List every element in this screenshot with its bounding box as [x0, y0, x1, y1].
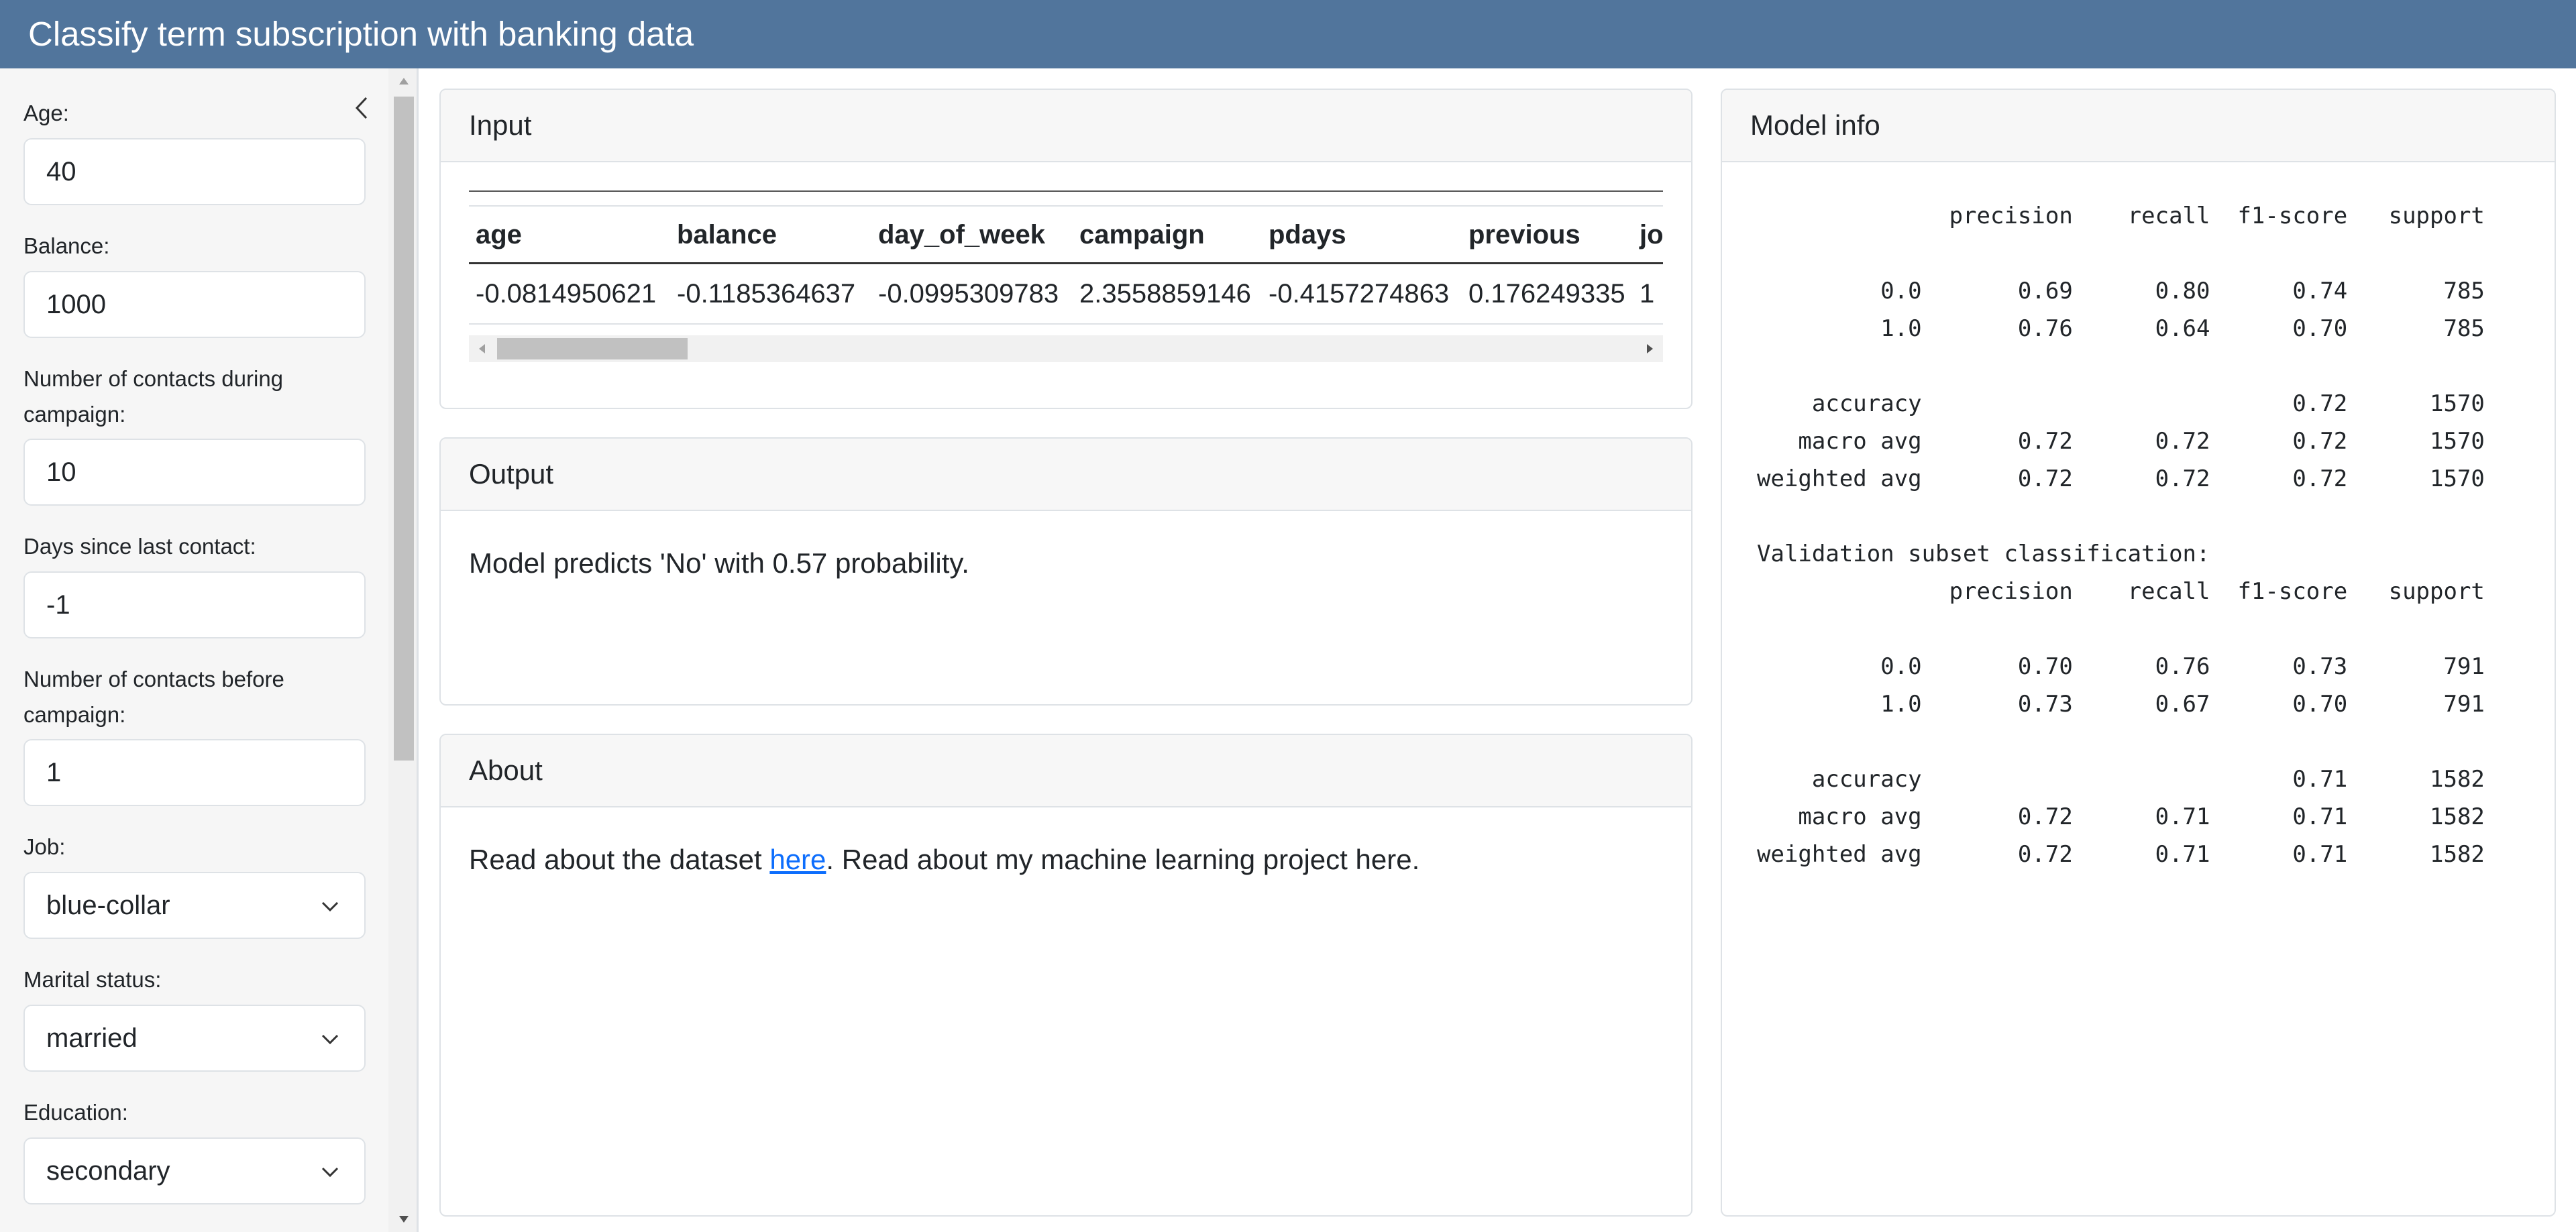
- sidebar: Age: 40 Balance: 1000 Number of contacts…: [0, 68, 419, 1232]
- sidebar-scrollbar[interactable]: [388, 68, 417, 1232]
- marital-status-select[interactable]: married: [23, 1005, 366, 1072]
- input-card-title: Input: [469, 109, 532, 141]
- previous-contacts-input[interactable]: 1: [23, 739, 366, 806]
- column-header-campaign: campaign: [1079, 220, 1205, 249]
- days-since-contact-label: Days since last contact:: [23, 534, 256, 559]
- education-select[interactable]: secondary: [23, 1137, 366, 1205]
- scroll-left-arrow-icon[interactable]: [476, 342, 489, 355]
- job-select[interactable]: blue-collar: [23, 872, 366, 939]
- dataset-link[interactable]: here: [769, 844, 826, 875]
- cell-previous: 0.176249335: [1468, 279, 1625, 309]
- marital-status-label: Marital status:: [23, 967, 162, 992]
- input-card: Input age balance day_of_week campaign p…: [439, 89, 1693, 409]
- job-label: Job:: [23, 834, 66, 859]
- cell-job: 1: [1640, 279, 1655, 309]
- input-table: age balance day_of_week campaign pdays p…: [469, 190, 1663, 365]
- chevron-down-icon: [321, 1167, 339, 1178]
- scroll-down-arrow-icon[interactable]: [396, 1212, 411, 1227]
- about-text: Read about the dataset here. Read about …: [469, 842, 1419, 877]
- model-info-card-title: Model info: [1750, 109, 1880, 141]
- previous-contacts-label: Number of contacts before campaign:: [23, 667, 284, 727]
- cell-campaign: 2.3558859146: [1079, 279, 1251, 309]
- scroll-right-arrow-icon[interactable]: [1643, 342, 1656, 355]
- model-info-card-header: Model info: [1722, 90, 2555, 162]
- table-top-border: [469, 190, 1663, 192]
- classification-report: precision recall f1-score support 0.0 0.…: [1757, 203, 2485, 868]
- education-label: Education:: [23, 1100, 128, 1125]
- days-since-contact-input[interactable]: -1: [23, 571, 366, 638]
- age-input[interactable]: 40: [23, 138, 366, 205]
- column-header-day-of-week: day_of_week: [878, 220, 1046, 249]
- output-card-title: Output: [469, 458, 554, 490]
- campaign-contacts-input[interactable]: 10: [23, 439, 366, 506]
- output-card-header: Output: [441, 439, 1691, 511]
- column-header-balance: balance: [677, 220, 777, 249]
- column-header-age: age: [476, 220, 522, 249]
- marital-status-select-value: married: [46, 1023, 138, 1053]
- table-header-row: age balance day_of_week campaign pdays p…: [469, 207, 1663, 264]
- column-header-job: jo: [1640, 220, 1663, 249]
- campaign-contacts-label: Number of contacts during campaign:: [23, 366, 284, 427]
- app-title: Classify term subscription with banking …: [28, 15, 694, 53]
- table-row: -0.0814950621 -0.1185364637 -0.099530978…: [469, 266, 1663, 325]
- table-horizontal-scrollbar[interactable]: [469, 335, 1663, 362]
- model-info-card: Model info precision recall f1-score sup…: [1721, 89, 2556, 1217]
- sidebar-scrollbar-thumb[interactable]: [394, 97, 414, 761]
- cell-age: -0.0814950621: [476, 279, 657, 309]
- chevron-down-icon: [321, 901, 339, 912]
- chevron-down-icon: [321, 1034, 339, 1045]
- balance-label: Balance:: [23, 233, 110, 258]
- about-card-title: About: [469, 754, 543, 786]
- cell-pdays: -0.4157274863: [1269, 279, 1450, 309]
- app-header: Classify term subscription with banking …: [0, 0, 2576, 68]
- about-card: About Read about the dataset here. Read …: [439, 734, 1693, 1217]
- about-text-before: Read about the dataset: [469, 844, 770, 875]
- age-label: Age:: [23, 101, 69, 125]
- about-card-header: About: [441, 735, 1691, 807]
- column-header-previous: previous: [1468, 220, 1580, 249]
- input-card-header: Input: [441, 90, 1691, 162]
- education-select-value: secondary: [46, 1156, 170, 1186]
- column-header-pdays: pdays: [1269, 220, 1346, 249]
- job-select-value: blue-collar: [46, 891, 170, 920]
- table-scrollbar-thumb[interactable]: [497, 338, 688, 359]
- scroll-up-arrow-icon[interactable]: [396, 74, 411, 89]
- balance-input[interactable]: 1000: [23, 271, 366, 338]
- cell-day-of-week: -0.0995309783: [878, 279, 1059, 309]
- cell-balance: -0.1185364637: [677, 279, 856, 309]
- output-card: Output Model predicts 'No' with 0.57 pro…: [439, 437, 1693, 706]
- prediction-text: Model predicts 'No' with 0.57 probabilit…: [469, 547, 969, 579]
- about-text-after: . Read about my machine learning project…: [826, 844, 1420, 875]
